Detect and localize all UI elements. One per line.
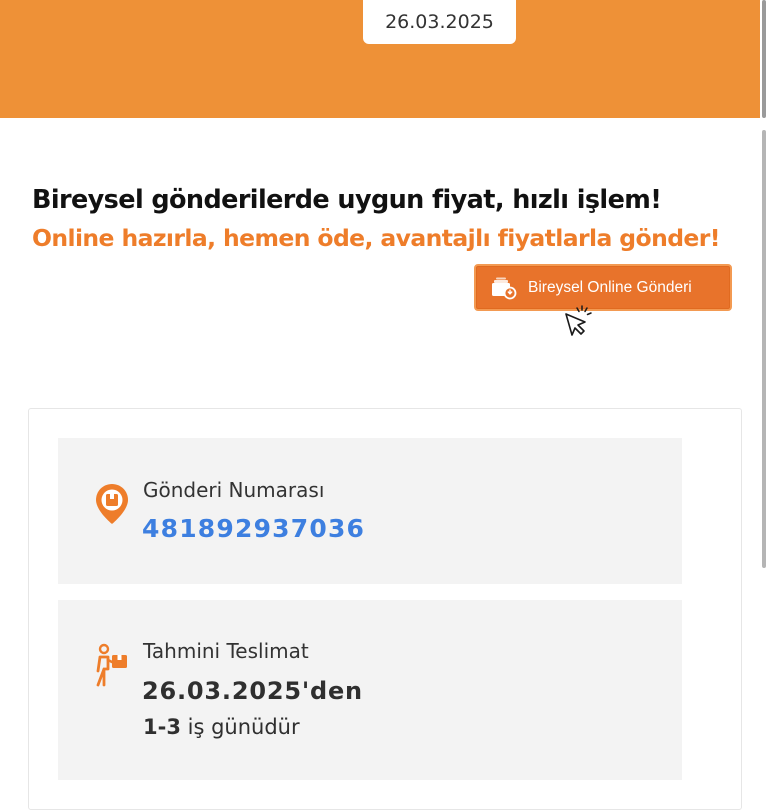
promo-subtitle: Online hazırla, hemen öde, avantajlı fiy… bbox=[32, 224, 720, 252]
estimated-delivery-label: Tahmini Teslimat bbox=[143, 639, 309, 663]
package-stack-icon bbox=[490, 276, 518, 300]
scrollbar-thumb[interactable] bbox=[762, 130, 766, 568]
package-location-pin-icon bbox=[94, 482, 130, 526]
delivery-range-days: 1-3 bbox=[143, 715, 181, 739]
delivery-range-suffix: iş günüdür bbox=[180, 715, 300, 739]
scrollbar-thumb-top[interactable] bbox=[762, 0, 766, 118]
promo-title: Bireysel gönderilerde uygun fiyat, hızlı… bbox=[32, 185, 662, 215]
scrollbar-track[interactable] bbox=[760, 0, 768, 768]
individual-online-shipment-button[interactable]: Bireysel Online Gönderi bbox=[474, 264, 732, 311]
header-date: 26.03.2025 bbox=[363, 0, 516, 44]
estimated-delivery-date: 26.03.2025'den bbox=[142, 677, 363, 705]
click-cursor-icon bbox=[558, 302, 596, 340]
individual-online-shipment-label: Bireysel Online Gönderi bbox=[528, 278, 692, 296]
shipment-tracking-number[interactable]: 481892937036 bbox=[142, 514, 365, 543]
shipment-number-label: Gönderi Numarası bbox=[143, 478, 325, 502]
delivery-range-text: 1-3 iş günüdür bbox=[143, 715, 300, 739]
courier-carrying-box-icon bbox=[94, 643, 130, 687]
shipment-number-box bbox=[58, 438, 682, 584]
